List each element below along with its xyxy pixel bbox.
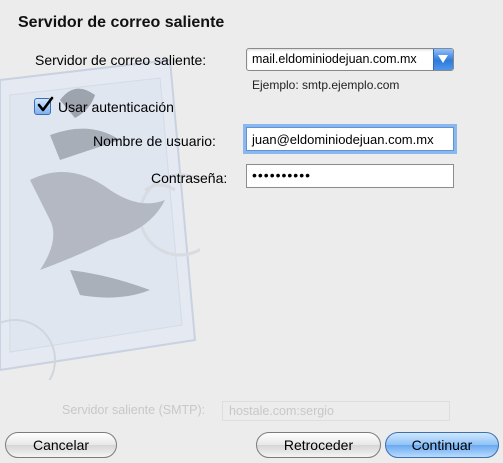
smtp-server-label: Servidor de correo saliente: (35, 52, 207, 68)
smtp-example-hint: Ejemplo: smtp.ejemplo.com (252, 78, 400, 92)
continue-button[interactable]: Continuar (385, 432, 499, 458)
background-smtp-value: hostale.com:sergio (222, 401, 450, 421)
use-auth-checkbox[interactable] (34, 96, 54, 115)
background-account-row: Servidor saliente (SMTP): hostale.com:se… (62, 401, 472, 425)
smtp-server-combobox[interactable]: mail.eldominiodejuan.com.mx (246, 48, 454, 71)
checkmark-icon (37, 96, 54, 112)
password-field[interactable]: •••••••••• (246, 164, 454, 188)
username-label: Nombre de usuario: (93, 133, 216, 149)
background-smtp-label: Servidor saliente (SMTP): (62, 403, 206, 417)
mail-stamp-illustration (0, 40, 222, 401)
username-field[interactable]: juan@eldominiodejuan.com.mx (246, 127, 454, 151)
password-label: Contraseña: (151, 170, 228, 186)
chevron-down-icon[interactable] (433, 49, 453, 70)
use-auth-label[interactable]: Usar autenticación (58, 99, 174, 115)
section-title: Servidor de correo saliente (18, 14, 225, 31)
cancel-button[interactable]: Cancelar (5, 432, 117, 458)
back-button[interactable]: Retroceder (256, 432, 381, 458)
smtp-server-value[interactable]: mail.eldominiodejuan.com.mx (252, 52, 431, 66)
